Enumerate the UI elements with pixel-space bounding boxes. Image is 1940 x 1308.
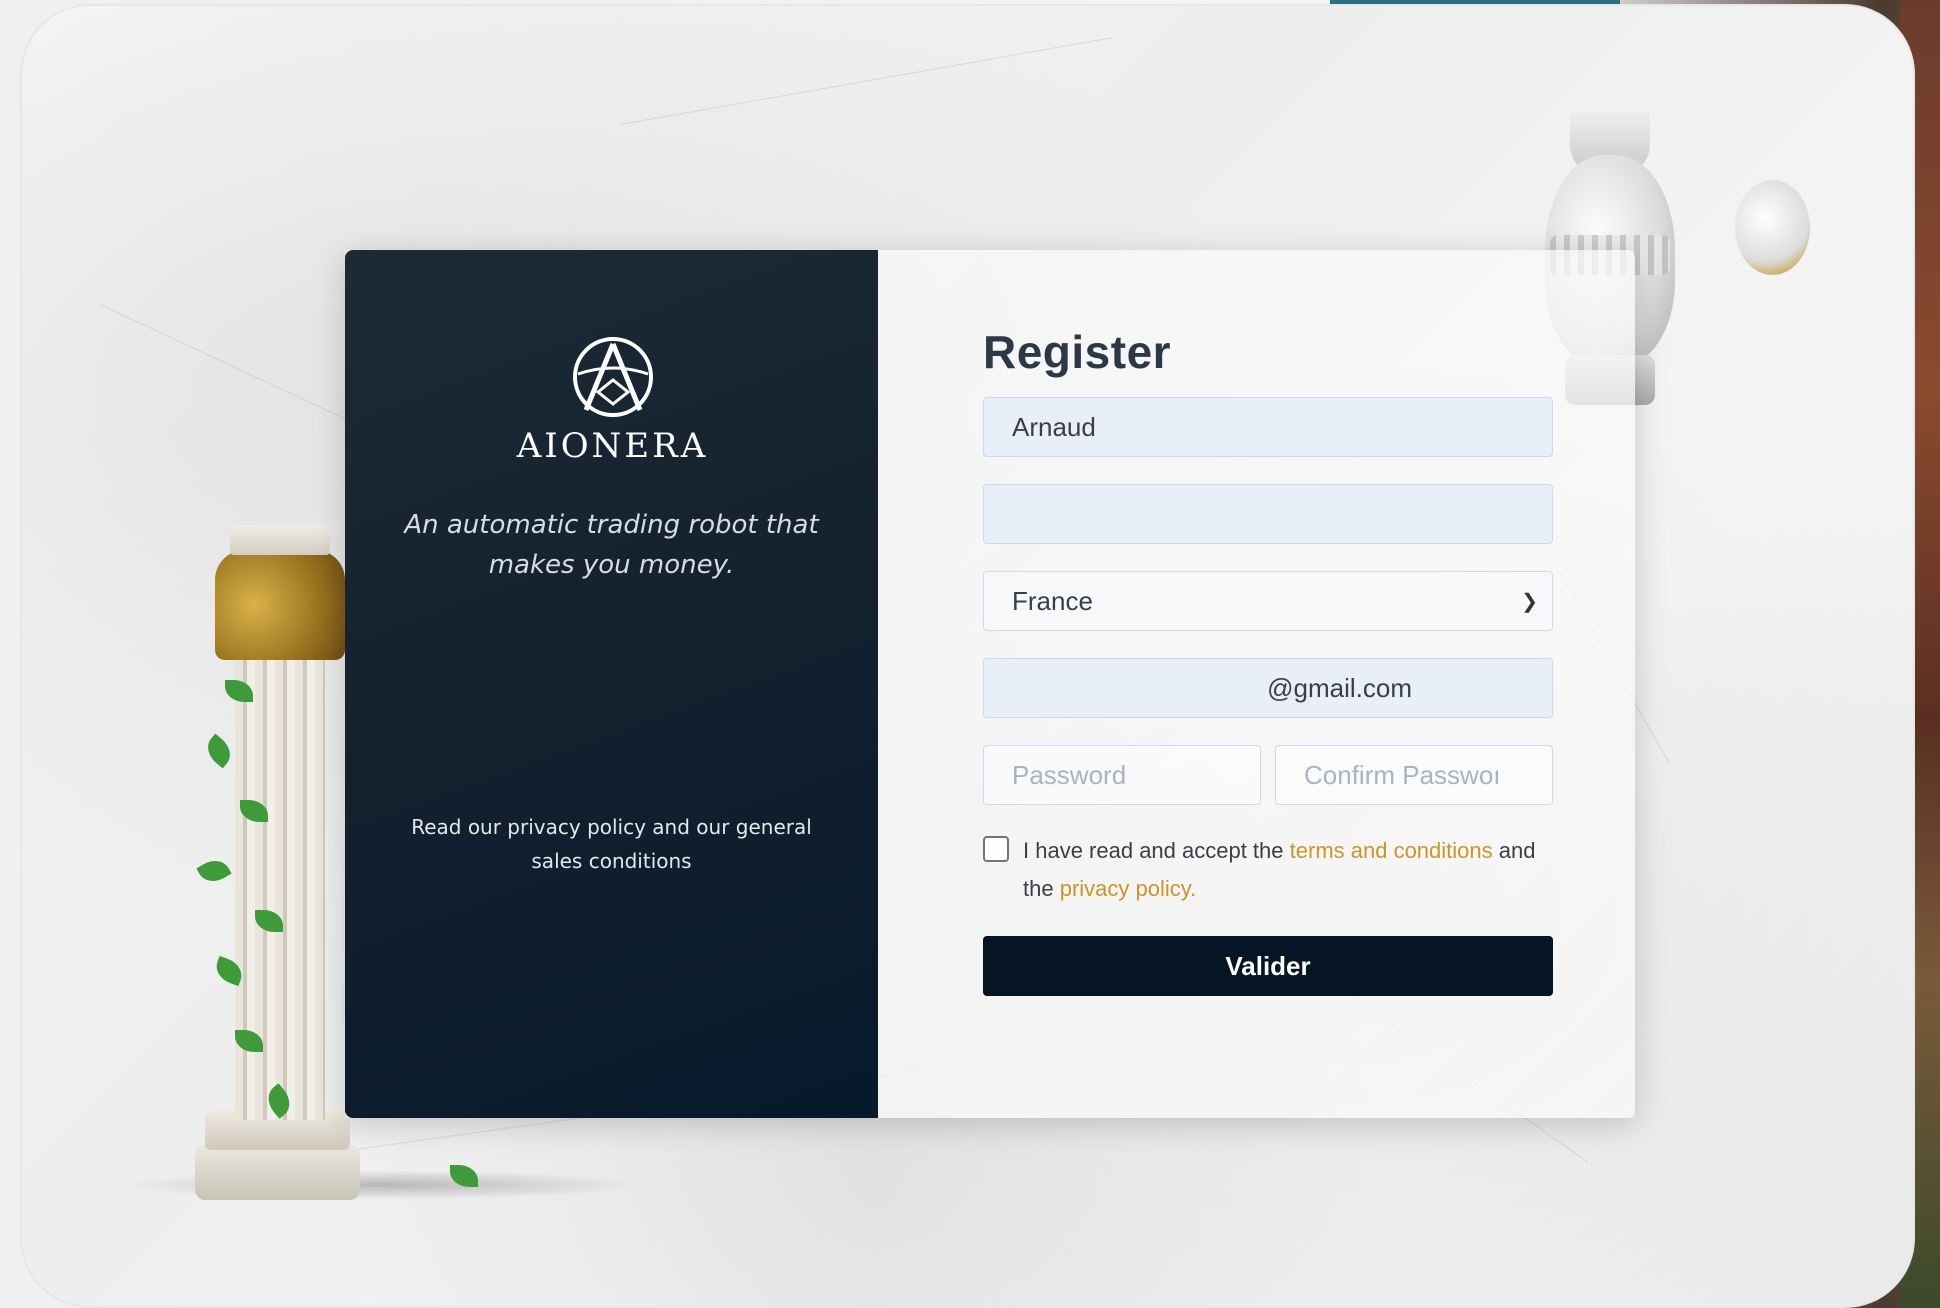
terms-link[interactable]: terms and conditions [1290,838,1493,863]
email-input[interactable]: @gmail.com [983,658,1553,718]
aionera-logo-icon [572,337,653,417]
chevron-down-icon: ❯ [1521,590,1538,613]
register-card: AIONERA An automatic trading robot that … [345,250,1635,1118]
password-row: Password Confirm Passwoı [983,745,1553,805]
last-name-input[interactable] [983,484,1553,544]
terms-checkbox[interactable] [983,836,1009,862]
brand-panel: AIONERA An automatic trading robot that … [345,250,878,1118]
form-title: Register [983,326,1172,378]
submit-button[interactable]: Valider [983,936,1553,996]
country-select[interactable]: France ❯ [983,571,1553,631]
privacy-note-link[interactable]: Read our privacy policy and our general … [405,810,818,878]
confirm-password-placeholder: Confirm Passwoı [1304,759,1501,790]
confirm-password-input[interactable]: Confirm Passwoı [1275,745,1553,805]
greek-column-decoration [195,510,478,1200]
register-form: Register Arnaud France ❯ @gmail.com Pass… [983,325,1553,996]
consent-row: I have read and accept the terms and con… [983,832,1553,908]
marble-orb-decoration [1735,180,1810,275]
email-value: @gmail.com [1267,672,1412,703]
marble-vein [619,37,1113,125]
brand-tagline: An automatic trading robot that makes yo… [404,510,819,580]
privacy-policy-link[interactable]: privacy policy. [1060,876,1197,901]
form-panel: Register Arnaud France ❯ @gmail.com Pass… [878,250,1635,1118]
country-value: France [1012,585,1093,616]
first-name-value: Arnaud [1012,411,1096,442]
consent-prefix: I have read and accept the [1023,838,1290,863]
password-placeholder: Password [1012,759,1127,790]
brand-logo: AIONERA [505,332,720,466]
first-name-input[interactable]: Arnaud [983,397,1553,457]
password-input[interactable]: Password [983,745,1261,805]
consent-text: I have read and accept the terms and con… [1023,832,1553,908]
brand-name: AIONERA [516,426,709,466]
